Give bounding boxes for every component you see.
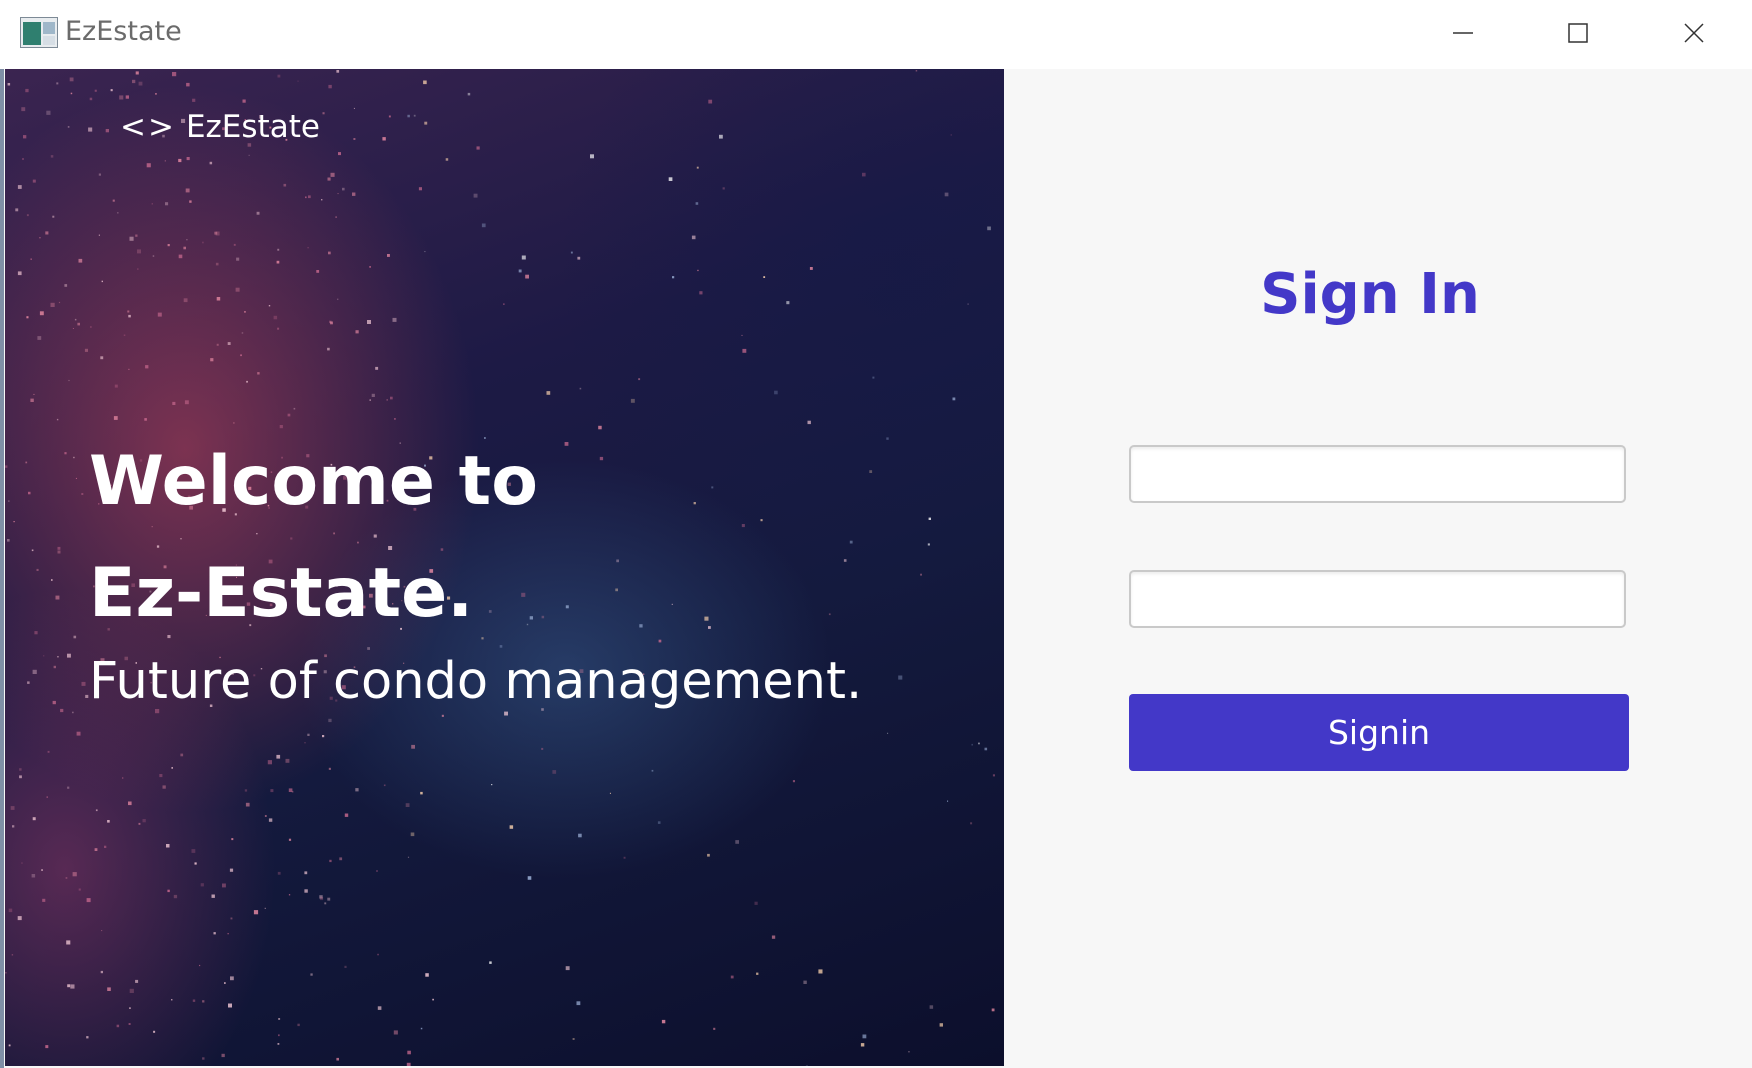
code-brackets-icon: <> xyxy=(120,109,176,145)
window-title: EzEstate xyxy=(65,16,182,47)
hero-panel: <> EzEstate Welcome to Ez-Estate. Future … xyxy=(5,69,1004,1066)
app-window: EzEstate <> EzEstate Welcome to Ez-Estate… xyxy=(0,0,1752,1068)
maximize-icon xyxy=(1566,21,1590,45)
maximize-button[interactable] xyxy=(1520,0,1636,66)
minimize-button[interactable] xyxy=(1405,0,1521,66)
username-input[interactable] xyxy=(1129,445,1626,503)
app-icon xyxy=(20,17,58,48)
minimize-icon xyxy=(1451,21,1475,45)
close-icon xyxy=(1682,21,1706,45)
brand-logo[interactable]: <> EzEstate xyxy=(120,107,320,147)
welcome-line-1: Welcome to xyxy=(89,442,538,521)
tagline: Future of condo management. xyxy=(89,652,863,711)
welcome-line-2: Ez-Estate. xyxy=(89,554,474,633)
window-border xyxy=(0,0,4,1068)
welcome-heading: Welcome to Ez-Estate. xyxy=(89,426,538,650)
brand-name: EzEstate xyxy=(185,109,320,145)
close-button[interactable] xyxy=(1636,0,1752,66)
sign-in-heading: Sign In xyxy=(1260,262,1480,327)
signin-button[interactable]: Signin xyxy=(1129,694,1629,771)
password-input[interactable] xyxy=(1129,570,1626,628)
title-bar[interactable]: EzEstate xyxy=(0,0,1752,69)
